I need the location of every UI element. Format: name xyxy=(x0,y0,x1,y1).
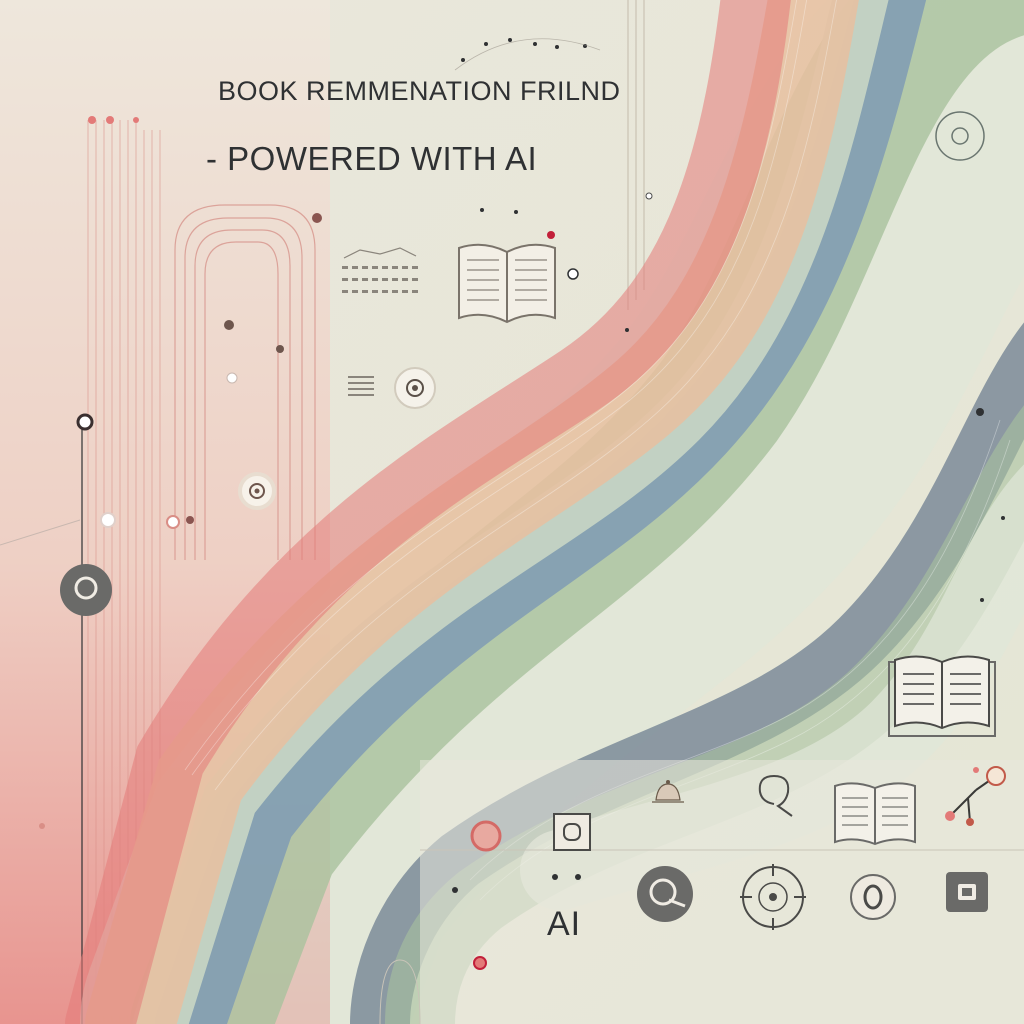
text-lines-icon xyxy=(348,376,374,396)
target-circle-icon xyxy=(394,367,436,409)
zero-badge-icon xyxy=(850,874,896,920)
open-book-icon xyxy=(888,655,996,737)
page-title: BOOK REMMENATION FRILND xyxy=(218,76,621,106)
ring-icon xyxy=(238,472,276,510)
small-book-icon xyxy=(834,782,916,846)
chat-bubble-icon xyxy=(637,866,693,922)
node-network-icon xyxy=(945,766,1006,826)
grey-circle-icon xyxy=(60,564,112,616)
bell-icon xyxy=(652,780,684,803)
book-icon xyxy=(458,243,556,324)
top-right-target-icon xyxy=(935,111,985,161)
location-pin-icon xyxy=(758,775,793,817)
compass-icon xyxy=(740,864,806,930)
page-subtitle: - POWERED WITH AI xyxy=(206,140,538,177)
checkbox-icon xyxy=(946,872,988,912)
mini-building-icon xyxy=(342,247,418,293)
square-box-icon xyxy=(553,813,591,851)
ai-label: AI xyxy=(547,905,582,943)
